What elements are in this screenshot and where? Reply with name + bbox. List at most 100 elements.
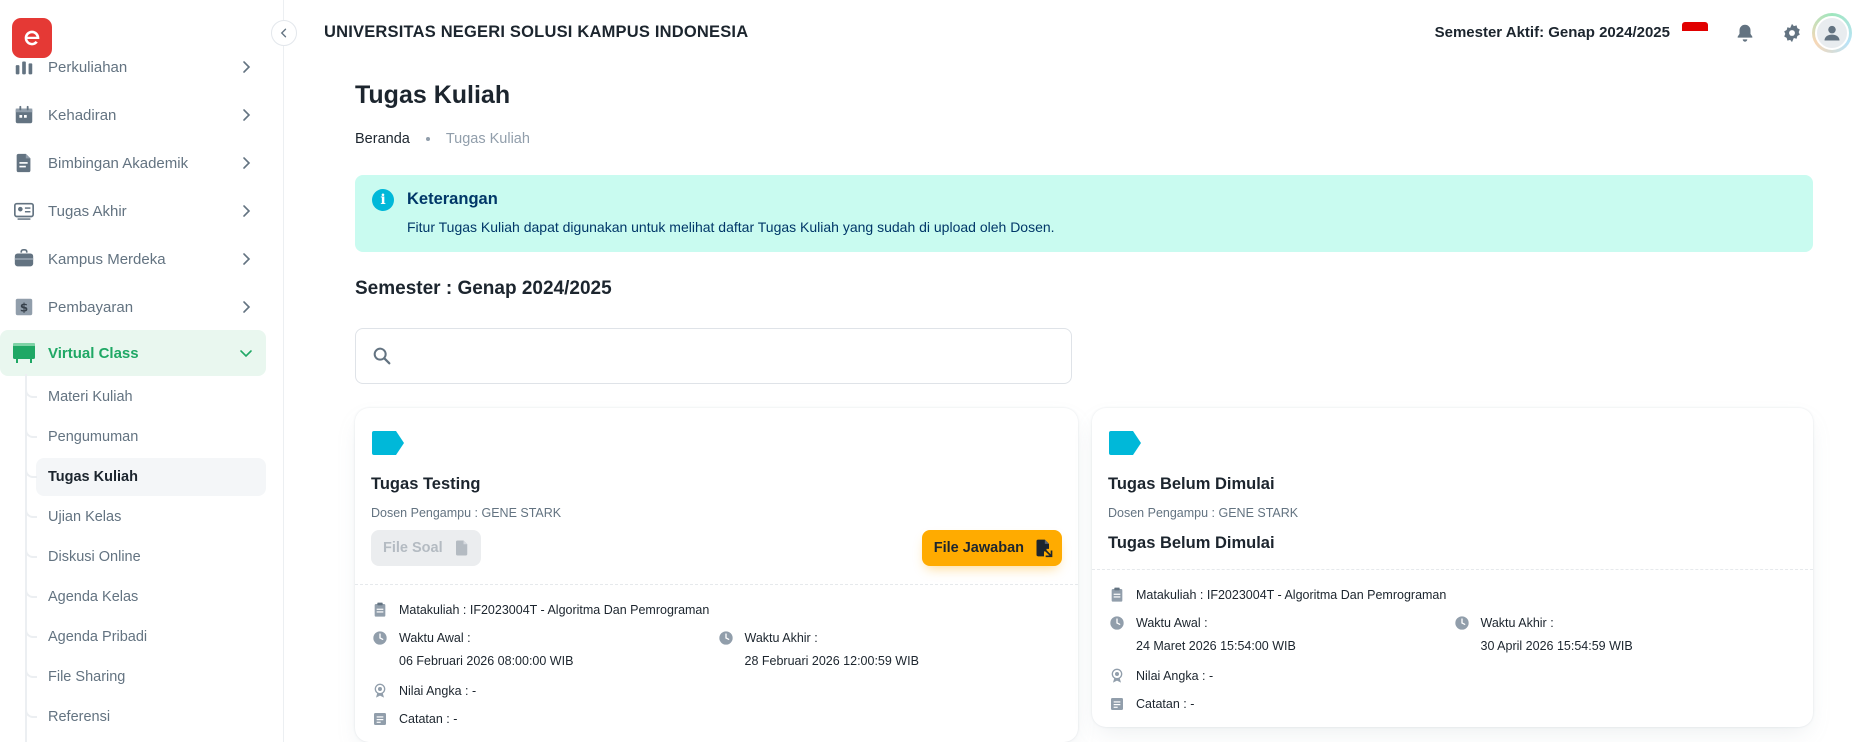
end-time-value: 30 April 2026 15:54:59 WIB: [1480, 639, 1633, 653]
sidebar-sub-item-diskusi-online[interactable]: Diskusi Online: [25, 538, 266, 576]
sidebar-item-label: Tugas Akhir: [48, 202, 127, 220]
sidebar-sub-item-pengumuman[interactable]: Pengumuman: [25, 418, 266, 456]
sidebar-sub-item-agenda-kelas[interactable]: Agenda Kelas: [25, 578, 266, 616]
sidebar-item-label: Kehadiran: [48, 106, 117, 124]
end-time-label: Waktu Akhir :: [744, 631, 818, 645]
award-icon: [1108, 667, 1126, 685]
end-time-value: 28 Februari 2026 12:00:59 WIB: [744, 654, 919, 668]
grade-label: Nilai Angka : -: [1136, 669, 1214, 683]
sidebar-sub-item-materi-kuliah[interactable]: Materi Kuliah: [25, 378, 266, 416]
briefcase-icon: [12, 247, 36, 271]
sub-item-label: Materi Kuliah: [48, 389, 133, 405]
start-time-info: Waktu Awal :: [1108, 612, 1453, 634]
sidebar-sub-item-file-sharing[interactable]: File Sharing: [25, 658, 266, 696]
calendar-icon: [12, 103, 36, 127]
top-header: UNIVERSITAS NEGERI SOLUSI KAMPUS INDONES…: [285, 0, 1858, 66]
sidebar-item-pembayaran[interactable]: $ Pembayaran: [0, 284, 266, 330]
board-icon: [12, 341, 36, 365]
sidebar: Perkuliahan Kehadiran Bimbingan Akademik…: [0, 0, 284, 742]
search-icon: [373, 347, 391, 365]
active-semester-label: Semester Aktif: Genap 2024/2025: [1434, 24, 1670, 41]
breadcrumb: Beranda Tugas Kuliah: [355, 131, 530, 147]
file-soal-button[interactable]: File Soal: [371, 530, 481, 566]
sub-item-label: Ujian Kelas: [48, 509, 122, 525]
sub-item-label: Referensi: [48, 709, 111, 725]
alert-title: Keterangan: [407, 190, 498, 208]
sub-item-label: File Sharing: [48, 669, 126, 685]
file-jawaban-button[interactable]: File Jawaban: [921, 530, 1062, 566]
info-alert: i Keterangan Fitur Tugas Kuliah dapat di…: [355, 175, 1813, 252]
info-icon: i: [372, 189, 394, 211]
clipboard-icon: [1108, 586, 1126, 604]
notification-button[interactable]: [1732, 20, 1758, 46]
app-logo[interactable]: [12, 18, 52, 58]
chart-icon: [12, 55, 36, 79]
chevron-right-icon: [243, 157, 251, 169]
alert-text: Fitur Tugas Kuliah dapat digunakan untuk…: [407, 219, 1055, 235]
dollar-icon: $: [12, 295, 36, 319]
grade-info: Nilai Angka : -: [1108, 665, 1797, 687]
svg-text:$: $: [20, 301, 28, 315]
clock-icon: [1453, 614, 1471, 632]
assignment-card: Tugas Testing Dosen Pengampu : GENE STAR…: [355, 408, 1078, 742]
assignment-card: Tugas Belum Dimulai Dosen Pengampu : GEN…: [1092, 408, 1813, 727]
tag-icon: [1109, 431, 1141, 455]
user-avatar-button[interactable]: [1812, 13, 1852, 53]
sidebar-collapse-button[interactable]: [271, 20, 297, 46]
chevron-right-icon: [243, 205, 251, 217]
main-content: Tugas Kuliah Beranda Tugas Kuliah i Kete…: [285, 66, 1858, 742]
end-time-label: Waktu Akhir :: [1480, 616, 1554, 630]
app: Perkuliahan Kehadiran Bimbingan Akademik…: [0, 0, 1858, 742]
assignment-title: Tugas Testing: [371, 475, 481, 493]
document-icon: [12, 151, 36, 175]
chevron-right-icon: [243, 109, 251, 121]
search-input[interactable]: [406, 339, 1046, 373]
tag-icon: [372, 431, 404, 455]
search-box: [355, 328, 1072, 384]
course-info: Matakuliah : IF2023004T - Algoritma Dan …: [371, 599, 1062, 621]
sidebar-item-bimbingan-akademik[interactable]: Bimbingan Akademik: [0, 140, 266, 186]
semester-heading: Semester : Genap 2024/2025: [355, 278, 612, 299]
sidebar-item-label: Bimbingan Akademik: [48, 154, 189, 172]
course-info: Matakuliah : IF2023004T - Algoritma Dan …: [1108, 584, 1797, 606]
assignment-title: Tugas Belum Dimulai: [1108, 475, 1275, 493]
sidebar-item-tugas-akhir[interactable]: Tugas Akhir: [0, 188, 266, 234]
sidebar-item-label: Pembayaran: [48, 298, 134, 316]
breadcrumb-home-link[interactable]: Beranda: [355, 131, 410, 147]
grade-label: Nilai Angka : -: [399, 684, 477, 698]
start-time-label: Waktu Awal :: [1136, 616, 1208, 630]
file-upload-icon: [1036, 539, 1053, 558]
clock-icon: [371, 629, 389, 647]
sidebar-item-label: Perkuliahan: [48, 58, 128, 76]
language-flag-button[interactable]: [1682, 22, 1708, 40]
sidebar-sub-item-agenda-pribadi[interactable]: Agenda Pribadi: [25, 618, 266, 656]
clock-icon: [1108, 614, 1126, 632]
bell-icon: [1737, 24, 1753, 42]
notes-label: Catatan : -: [399, 712, 458, 726]
sidebar-sub-item-ujian-kelas[interactable]: Ujian Kelas: [25, 498, 266, 536]
lecturer-label: Dosen Pengampu : GENE STARK: [1108, 506, 1299, 520]
sub-item-label: Agenda Pribadi: [48, 629, 148, 645]
sidebar-sub-item-tugas-kuliah[interactable]: Tugas Kuliah: [25, 458, 266, 496]
sidebar-item-kehadiran[interactable]: Kehadiran: [0, 92, 266, 138]
breadcrumb-separator: [425, 137, 430, 141]
file-soal-label: File Soal: [383, 540, 443, 556]
start-time-value: 24 Maret 2026 15:54:00 WIB: [1136, 639, 1296, 653]
sidebar-item-kampus-merdeka[interactable]: Kampus Merdeka: [0, 236, 266, 282]
assignment-status: Tugas Belum Dimulai: [1108, 534, 1275, 552]
logo-e-icon: [24, 30, 40, 46]
sidebar-item-virtual-class[interactable]: Virtual Class: [0, 330, 266, 376]
notes-info: Catatan : -: [1108, 693, 1797, 715]
notes-info: Catatan : -: [371, 708, 1062, 730]
chevron-right-icon: [243, 253, 251, 265]
award-icon: [371, 682, 389, 700]
gear-icon: [1784, 23, 1800, 43]
lecturer-label: Dosen Pengampu : GENE STARK: [371, 506, 562, 520]
settings-button[interactable]: [1779, 20, 1805, 46]
sidebar-sub-item-referensi[interactable]: Referensi: [25, 698, 266, 736]
sub-item-label: Tugas Kuliah: [48, 469, 138, 485]
notes-icon: [371, 710, 389, 728]
file-icon: [455, 540, 467, 556]
chevron-down-icon: [240, 350, 252, 358]
sidebar-item-label: Virtual Class: [48, 344, 139, 362]
